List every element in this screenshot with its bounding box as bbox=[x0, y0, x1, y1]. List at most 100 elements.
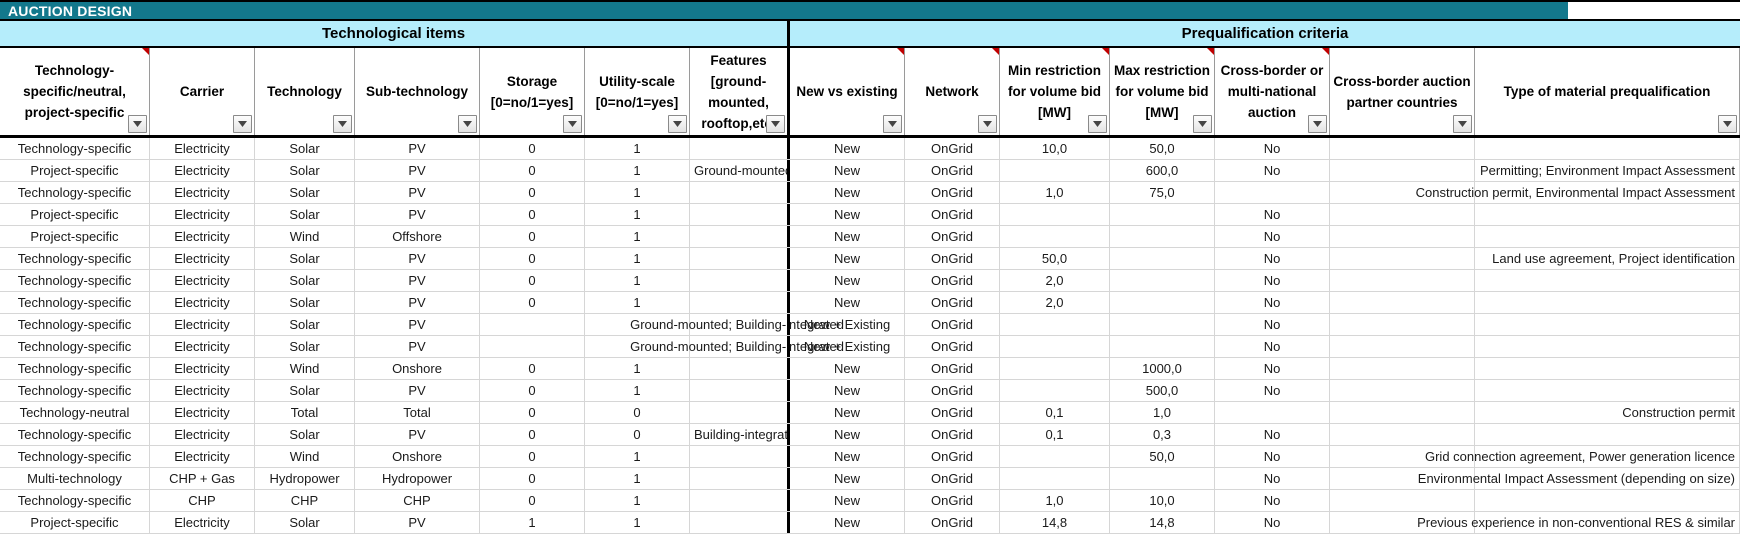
cell-technology-scope[interactable]: Technology-specific bbox=[0, 358, 150, 379]
cell-min-restriction[interactable] bbox=[1000, 468, 1110, 489]
cell-network[interactable]: OnGrid bbox=[905, 270, 1000, 291]
cell-storage[interactable]: 0 bbox=[480, 248, 585, 269]
cell-utility-scale[interactable]: Ground-mounted; Building-integrated bbox=[585, 314, 844, 335]
cell-max-restriction[interactable]: 10,0 bbox=[1110, 490, 1215, 511]
cell-material-prequalification[interactable]: Previous experience in non-conventional … bbox=[1417, 512, 1740, 533]
cell-network[interactable]: OnGrid bbox=[905, 204, 1000, 225]
cell-technology[interactable]: Hydropower bbox=[255, 468, 355, 489]
cell-sub-technology[interactable]: CHP bbox=[355, 490, 480, 511]
cell-new-vs-existing[interactable]: New bbox=[790, 468, 905, 489]
filter-dropdown-button-utility-scale[interactable] bbox=[668, 115, 687, 133]
cell-new-vs-existing[interactable]: New bbox=[790, 380, 905, 401]
cell-utility-scale[interactable]: 1 bbox=[585, 248, 690, 269]
cell-carrier[interactable]: Electricity bbox=[150, 424, 255, 445]
cell-technology[interactable]: CHP bbox=[255, 490, 355, 511]
cell-network[interactable]: OnGrid bbox=[905, 160, 1000, 181]
cell-technology-scope[interactable]: Technology-specific bbox=[0, 380, 150, 401]
cell-features[interactable] bbox=[690, 248, 790, 269]
cell-max-restriction[interactable] bbox=[1110, 292, 1215, 313]
cell-technology[interactable]: Solar bbox=[255, 314, 355, 335]
cell-utility-scale[interactable]: 0 bbox=[585, 402, 690, 423]
cell-material-prequalification[interactable]: Grid connection agreement, Power generat… bbox=[1425, 446, 1740, 467]
cell-features[interactable] bbox=[690, 402, 790, 423]
cell-partner-countries[interactable] bbox=[1330, 358, 1475, 379]
cell-technology-scope[interactable]: Multi-technology bbox=[0, 468, 150, 489]
filter-dropdown-button-max-restriction[interactable] bbox=[1193, 115, 1212, 133]
cell-min-restriction[interactable]: 14,8 bbox=[1000, 512, 1110, 533]
cell-utility-scale[interactable]: 1 bbox=[585, 468, 690, 489]
cell-carrier[interactable]: Electricity bbox=[150, 380, 255, 401]
cell-max-restriction[interactable]: 1000,0 bbox=[1110, 358, 1215, 379]
cell-utility-scale[interactable]: 1 bbox=[585, 226, 690, 247]
cell-min-restriction[interactable] bbox=[1000, 314, 1110, 335]
cell-cross-border[interactable]: No bbox=[1215, 292, 1330, 313]
table-row[interactable]: Technology-specific Electricity Solar PV 0 0 B… bbox=[0, 424, 1740, 446]
cell-network[interactable]: OnGrid bbox=[905, 402, 1000, 423]
cell-features[interactable] bbox=[690, 490, 790, 511]
cell-features[interactable] bbox=[690, 358, 790, 379]
cell-technology-scope[interactable]: Technology-specific bbox=[0, 248, 150, 269]
cell-storage[interactable]: 0 bbox=[480, 468, 585, 489]
cell-carrier[interactable]: Electricity bbox=[150, 446, 255, 467]
cell-new-vs-existing[interactable]: New + Existing bbox=[790, 336, 905, 357]
cell-technology[interactable]: Solar bbox=[255, 292, 355, 313]
table-row[interactable]: Project-specific Electricity Solar PV 0 1 New O… bbox=[0, 204, 1740, 226]
table-row[interactable]: Technology-specific Electricity Solar PV Gro… bbox=[0, 314, 1740, 336]
cell-utility-scale[interactable]: 1 bbox=[585, 204, 690, 225]
cell-material-prequalification[interactable] bbox=[1475, 336, 1740, 357]
filter-dropdown-button-technology[interactable] bbox=[333, 115, 352, 133]
cell-features[interactable] bbox=[690, 468, 790, 489]
cell-sub-technology[interactable]: PV bbox=[355, 248, 480, 269]
cell-cross-border[interactable]: No bbox=[1215, 358, 1330, 379]
cell-utility-scale[interactable]: Ground-mounted; Building-integrated bbox=[585, 336, 844, 357]
cell-material-prequalification[interactable]: Construction permit bbox=[1475, 402, 1740, 423]
cell-storage[interactable]: 0 bbox=[480, 446, 585, 467]
cell-min-restriction[interactable]: 50,0 bbox=[1000, 248, 1110, 269]
cell-new-vs-existing[interactable]: New bbox=[790, 248, 905, 269]
cell-network[interactable]: OnGrid bbox=[905, 182, 1000, 203]
cell-partner-countries[interactable] bbox=[1330, 402, 1475, 423]
cell-technology[interactable]: Solar bbox=[255, 380, 355, 401]
cell-sub-technology[interactable]: PV bbox=[355, 182, 480, 203]
cell-partner-countries[interactable] bbox=[1330, 226, 1475, 247]
cell-carrier[interactable]: CHP bbox=[150, 490, 255, 511]
table-row[interactable]: Technology-specific Electricity Solar PV Gro… bbox=[0, 336, 1740, 358]
cell-network[interactable]: OnGrid bbox=[905, 446, 1000, 467]
cell-cross-border[interactable]: No bbox=[1215, 248, 1330, 269]
filter-dropdown-button-cross-border-auction[interactable] bbox=[1308, 115, 1327, 133]
cell-max-restriction[interactable]: 50,0 bbox=[1110, 138, 1215, 159]
cell-technology[interactable]: Solar bbox=[255, 182, 355, 203]
cell-cross-border[interactable]: No bbox=[1215, 512, 1330, 533]
table-row[interactable]: Technology-specific Electricity Solar PV 0 1 N… bbox=[0, 292, 1740, 314]
cell-utility-scale[interactable]: 1 bbox=[585, 380, 690, 401]
cell-cross-border[interactable]: No bbox=[1215, 314, 1330, 335]
cell-max-restriction[interactable] bbox=[1110, 270, 1215, 291]
cell-max-restriction[interactable] bbox=[1110, 468, 1215, 489]
cell-technology[interactable]: Wind bbox=[255, 446, 355, 467]
cell-storage[interactable]: 0 bbox=[480, 182, 585, 203]
table-row[interactable]: Technology-specific Electricity Solar PV 0 1 N… bbox=[0, 182, 1740, 204]
cell-partner-countries[interactable] bbox=[1330, 270, 1475, 291]
cell-sub-technology[interactable]: PV bbox=[355, 138, 480, 159]
cell-cross-border[interactable] bbox=[1215, 402, 1330, 423]
cell-sub-technology[interactable]: PV bbox=[355, 336, 480, 357]
cell-technology[interactable]: Solar bbox=[255, 160, 355, 181]
cell-cross-border[interactable]: No bbox=[1215, 468, 1330, 489]
cell-features[interactable] bbox=[690, 226, 790, 247]
cell-max-restriction[interactable]: 14,8 bbox=[1110, 512, 1215, 533]
cell-sub-technology[interactable]: PV bbox=[355, 424, 480, 445]
table-row[interactable]: Technology-neutral Electricity Total Total 0… bbox=[0, 402, 1740, 424]
cell-technology-scope[interactable]: Technology-specific bbox=[0, 490, 150, 511]
cell-sub-technology[interactable]: PV bbox=[355, 512, 480, 533]
cell-technology[interactable]: Wind bbox=[255, 358, 355, 379]
cell-technology-scope[interactable]: Project-specific bbox=[0, 512, 150, 533]
cell-storage[interactable]: 0 bbox=[480, 204, 585, 225]
cell-network[interactable]: OnGrid bbox=[905, 138, 1000, 159]
filter-dropdown-button-sub-technology[interactable] bbox=[458, 115, 477, 133]
table-row[interactable]: Technology-specific Electricity Solar PV 0 1 N… bbox=[0, 380, 1740, 402]
cell-partner-countries[interactable] bbox=[1330, 424, 1475, 445]
cell-min-restriction[interactable] bbox=[1000, 380, 1110, 401]
cell-cross-border[interactable]: No bbox=[1215, 138, 1330, 159]
cell-storage[interactable]: 0 bbox=[480, 160, 585, 181]
table-row[interactable]: Technology-specific Electricity Wind Onshor… bbox=[0, 446, 1740, 468]
